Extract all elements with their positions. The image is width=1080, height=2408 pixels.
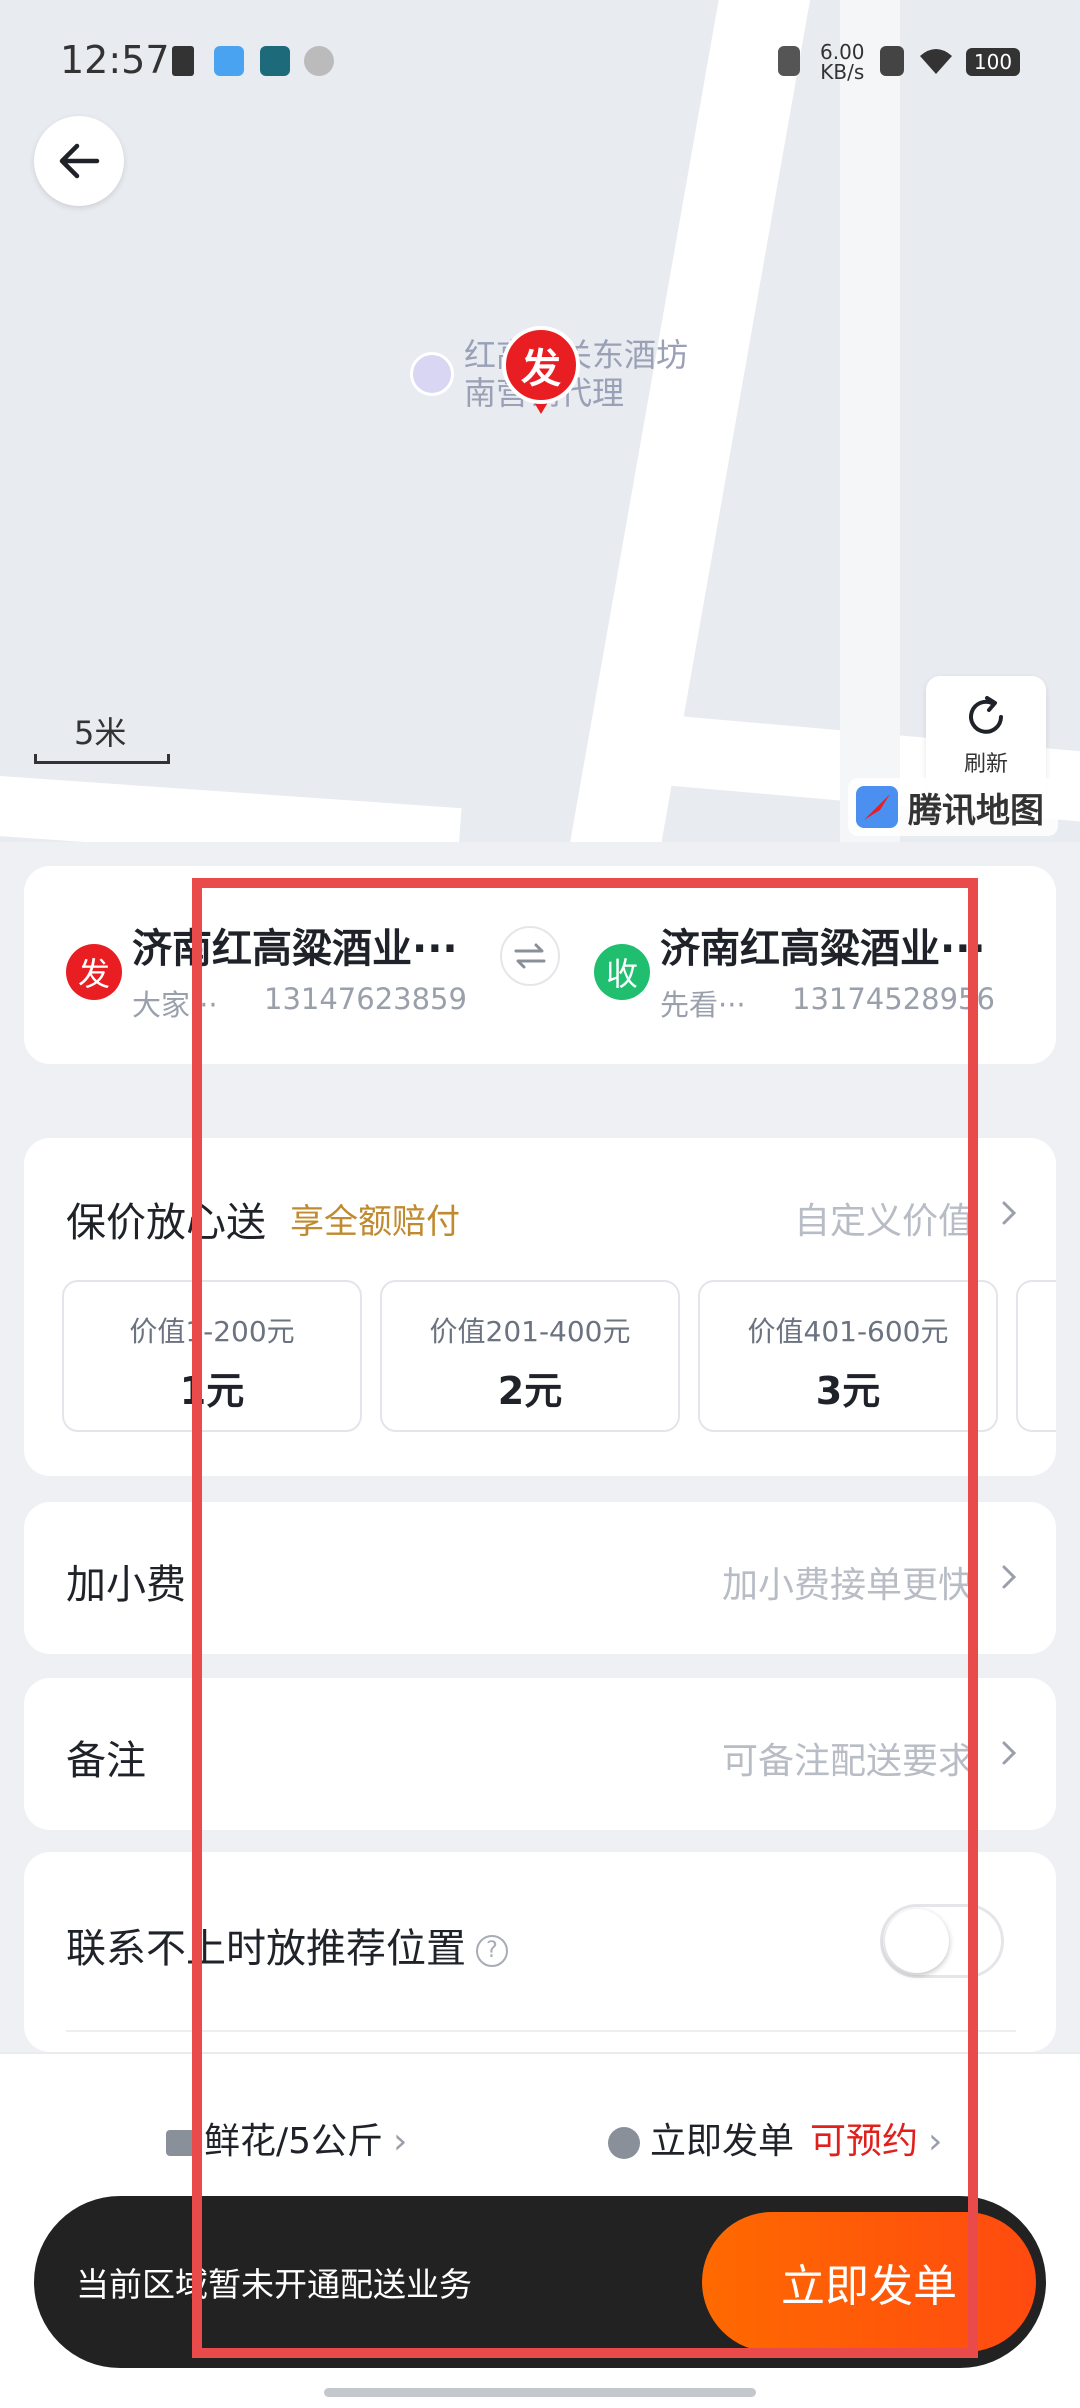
sender-contact: 大家··· — [132, 988, 218, 1022]
send-now-label: 立即发单 — [650, 2121, 795, 2162]
receiver-badge: 收 — [594, 944, 650, 1000]
tip-hint: 加小费接单更快 — [721, 1565, 974, 1606]
app-icon — [260, 46, 290, 76]
sync-icon — [304, 46, 334, 76]
insurance-card: 保价放心送 享全额赔付 自定义价值 价值1-200元 1元 价值201-400元… — [24, 1138, 1056, 1476]
tip-row[interactable]: 加小费 加小费接单更快 — [24, 1502, 1056, 1654]
submit-order-button[interactable]: 立即发单 — [702, 2212, 1036, 2352]
address-card: 发 济南红高粱酒业··· 大家··· 13147623859 收 济南红高粱酒业… — [24, 866, 1056, 1064]
status-bar: 12:57 6.00 KB/s 100 — [0, 0, 1080, 130]
contact-fallback-toggle[interactable] — [880, 1904, 1004, 1978]
goods-selector[interactable]: 鲜花/5公斤 › — [166, 2112, 407, 2164]
contact-fallback-card: 联系不上时放推荐位置? — [24, 1852, 1056, 2052]
tip-title: 加小费 — [66, 1562, 186, 1608]
map-road — [0, 771, 462, 842]
compass-icon — [856, 786, 898, 828]
back-button[interactable] — [34, 116, 124, 206]
insurance-tier-more[interactable] — [1016, 1280, 1056, 1432]
net-speed: 6.00 KB/s — [820, 40, 865, 84]
clipboard-icon — [172, 46, 194, 76]
chevron-right-icon — [1002, 1201, 1017, 1225]
note-row[interactable]: 备注 可备注配送要求 — [24, 1678, 1056, 1830]
goods-label: 鲜花/5公斤 — [204, 2121, 384, 2162]
wifi-icon — [918, 46, 954, 76]
map-brand-logo: 腾讯地图 — [848, 778, 1058, 836]
reserve-label: 可预约 — [810, 2121, 919, 2162]
brand-text: 腾讯地图 — [908, 790, 1044, 831]
help-icon[interactable]: ? — [476, 1935, 508, 1967]
home-indicator[interactable] — [324, 2388, 756, 2397]
sender-phone: 13147623859 — [264, 982, 467, 1016]
swap-icon — [514, 943, 546, 969]
service-status-text: 当前区域暂未开通配送业务 — [76, 2265, 472, 2304]
custom-value-hint: 自定义价值 — [793, 1201, 974, 1242]
scale-bar — [34, 754, 170, 764]
chevron-right-icon — [1002, 1565, 1017, 1589]
receiver-contact: 先看··· — [660, 988, 746, 1022]
map-view[interactable]: 12:57 6.00 KB/s 100 红高粱关东酒坊 南营销代理 发 5米 — [0, 0, 1080, 842]
chevron-right-icon — [1002, 1741, 1017, 1765]
insurance-tier-2[interactable]: 价值201-400元 2元 — [380, 1280, 680, 1432]
contact-fallback-title: 联系不上时放推荐位置 — [66, 1926, 466, 1972]
insurance-tier-3[interactable]: 价值401-600元 3元 — [698, 1280, 998, 1432]
map-scale: 5米 — [34, 708, 170, 768]
submit-bar: 当前区域暂未开通配送业务 立即发单 — [34, 2196, 1046, 2368]
note-title: 备注 — [66, 1738, 146, 1784]
bottom-panel: 鲜花/5公斤 › 立即发单 可预约 › 当前区域暂未开通配送业务 立即发单 — [0, 2052, 1080, 2408]
chevron-right-icon: › — [928, 2121, 943, 2162]
refresh-icon — [969, 696, 1003, 734]
sender-name: 济南红高粱酒业··· — [132, 926, 458, 972]
sim-icon — [880, 46, 904, 76]
insurance-tag: 享全额赔付 — [290, 1202, 460, 1242]
sender-location-pin: 发 — [502, 326, 580, 418]
status-time: 12:57 — [60, 38, 170, 82]
weather-icon — [214, 46, 244, 76]
send-time-selector[interactable]: 立即发单 可预约 › — [608, 2112, 942, 2164]
note-hint: 可备注配送要求 — [721, 1741, 974, 1782]
sender-badge: 发 — [66, 944, 122, 1000]
battery-icon: 100 — [966, 48, 1020, 76]
vibrate-icon — [778, 46, 800, 76]
insurance-title: 保价放心送 — [66, 1200, 266, 1246]
poi-shop-icon — [410, 352, 454, 396]
swap-address-button[interactable] — [500, 926, 560, 986]
chevron-right-icon: › — [393, 2121, 408, 2162]
divider — [66, 2030, 1016, 2032]
receiver-name: 济南红高粱酒业··· — [660, 926, 986, 972]
scale-label: 5米 — [74, 714, 127, 752]
pin-label: 发 — [502, 326, 580, 404]
receiver-phone: 13174528956 — [792, 982, 995, 1016]
arrow-left-icon — [59, 143, 100, 179]
package-icon — [166, 2130, 196, 2156]
clock-icon — [608, 2127, 640, 2159]
refresh-label: 刷新 — [963, 752, 1008, 777]
insurance-tier-1[interactable]: 价值1-200元 1元 — [62, 1280, 362, 1432]
